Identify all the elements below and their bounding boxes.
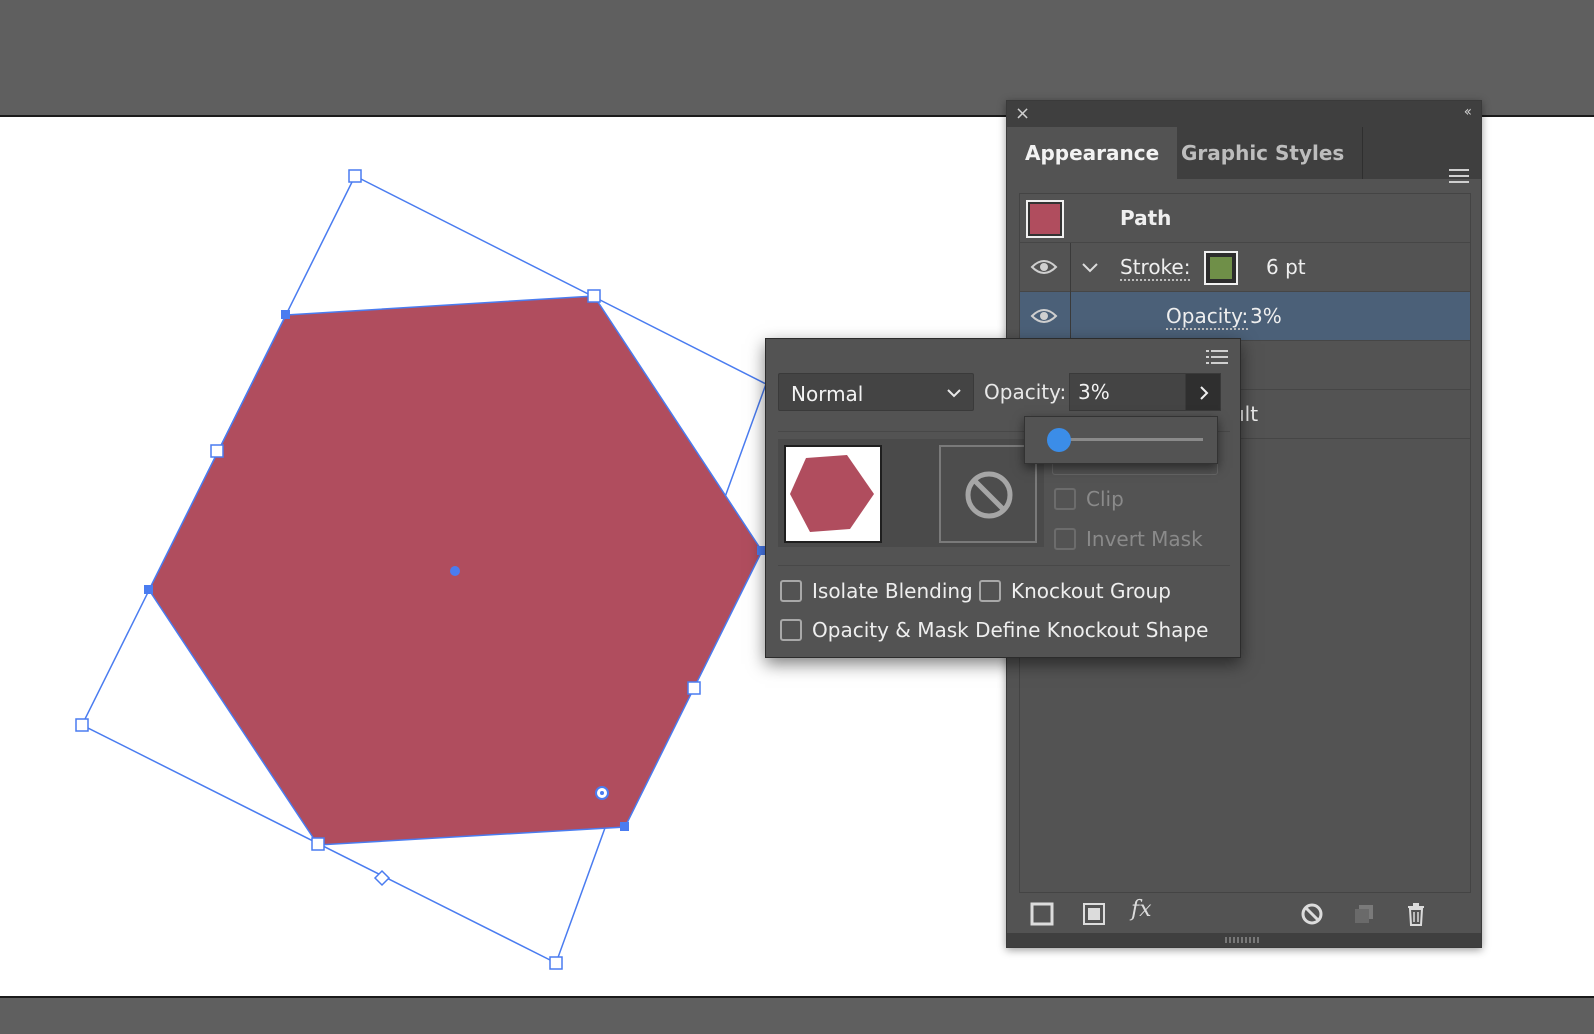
collapse-icon[interactable]: ‹‹ xyxy=(1464,104,1472,120)
list-menu-icon[interactable] xyxy=(1206,349,1228,365)
opacity-slider-toggle[interactable] xyxy=(1185,373,1221,411)
delete-item-icon[interactable] xyxy=(1403,901,1429,927)
opacity-slider-popover xyxy=(1024,416,1218,464)
transparency-popup: Normal Opacity: 3% Clip Invert Mask Isol… xyxy=(765,338,1241,658)
divider xyxy=(778,565,1230,566)
stroke-weight-value[interactable]: 6 pt xyxy=(1266,255,1306,279)
panel-title-bar[interactable]: × ‹‹ xyxy=(1007,101,1481,127)
add-new-stroke-icon[interactable] xyxy=(1029,901,1055,927)
opacity-label: Opacity: xyxy=(984,380,1067,404)
define-knockout-shape-label: Opacity & Mask Define Knockout Shape xyxy=(812,618,1209,642)
opacity-link[interactable]: Opacity: xyxy=(1166,304,1249,330)
stroke-color-swatch[interactable] xyxy=(1204,251,1238,285)
center-point[interactable] xyxy=(450,566,460,576)
isolate-blending-label: Isolate Blending xyxy=(812,579,973,603)
opacity-input[interactable]: 3% xyxy=(1069,373,1185,411)
panel-footer: fx xyxy=(1007,893,1481,933)
object-thumbnail[interactable] xyxy=(784,445,882,543)
tab-appearance[interactable]: Appearance xyxy=(1007,127,1178,179)
close-icon[interactable]: × xyxy=(1015,103,1030,124)
define-knockout-shape-checkbox[interactable] xyxy=(780,619,802,641)
clip-label: Clip xyxy=(1086,487,1124,511)
blend-mode-value: Normal xyxy=(791,382,864,406)
opacity-slider-knob[interactable] xyxy=(1047,428,1072,452)
path-label: Path xyxy=(1120,206,1172,230)
panel-menu-icon[interactable] xyxy=(1449,169,1469,185)
opacity-row-value: 3% xyxy=(1250,304,1282,328)
opacity-slider-track[interactable] xyxy=(1055,438,1203,441)
path-thumbnail xyxy=(1026,200,1064,238)
duplicate-item-icon[interactable] xyxy=(1351,901,1377,927)
invert-mask-checkbox[interactable] xyxy=(1054,528,1076,550)
chevron-right-icon xyxy=(1200,386,1209,400)
appearance-row-stroke[interactable]: Stroke: 6 pt xyxy=(1020,243,1470,292)
row-divider xyxy=(1070,243,1071,292)
appearance-row-path[interactable]: Path xyxy=(1020,194,1470,243)
no-mask-icon xyxy=(965,471,1013,519)
panel-resize-handle[interactable] xyxy=(1007,933,1481,947)
stroke-link[interactable]: Stroke: xyxy=(1120,255,1191,281)
chevron-down-icon[interactable] xyxy=(1080,257,1100,277)
add-effect-icon[interactable]: fx xyxy=(1131,897,1165,923)
rotate-widget-icon[interactable] xyxy=(595,786,609,800)
tab-graphic-styles[interactable]: Graphic Styles xyxy=(1163,127,1364,179)
panel-tabs: Appearance Graphic Styles xyxy=(1007,127,1481,183)
appearance-row-opacity[interactable]: Opacity: 3% xyxy=(1020,292,1470,341)
blend-mode-select[interactable]: Normal xyxy=(778,373,974,411)
clip-checkbox[interactable] xyxy=(1054,488,1076,510)
eye-icon[interactable] xyxy=(1030,306,1058,326)
hexagon-thumbnail-icon xyxy=(790,455,874,532)
invert-mask-label: Invert Mask xyxy=(1086,527,1203,551)
add-new-fill-icon[interactable] xyxy=(1081,901,1107,927)
chevron-down-icon xyxy=(947,389,961,398)
isolate-blending-checkbox[interactable] xyxy=(780,580,802,602)
knockout-group-checkbox[interactable] xyxy=(979,580,1001,602)
eye-icon[interactable] xyxy=(1030,257,1058,277)
knockout-group-label: Knockout Group xyxy=(1011,579,1171,603)
clear-appearance-icon[interactable] xyxy=(1299,901,1325,927)
row-divider xyxy=(1070,292,1071,341)
make-mask-button[interactable] xyxy=(939,445,1037,543)
